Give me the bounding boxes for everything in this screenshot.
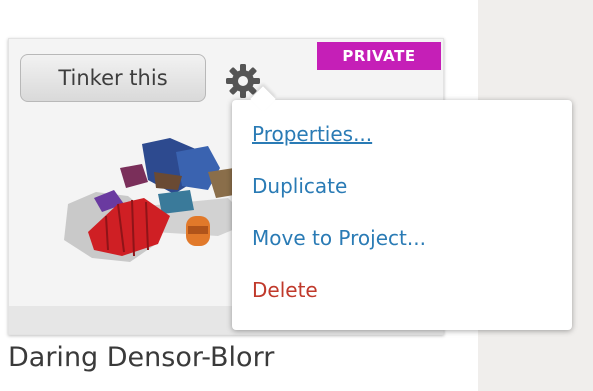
private-badge: PRIVATE <box>317 42 441 70</box>
design-thumbnail[interactable] <box>58 132 258 272</box>
design-context-menu: Properties... Duplicate Move to Project.… <box>232 86 572 330</box>
tinker-this-button[interactable]: Tinker this <box>20 54 206 102</box>
menu-item-duplicate[interactable]: Duplicate <box>252 174 347 198</box>
menu-item-properties[interactable]: Properties... <box>252 122 372 146</box>
menu-item-delete[interactable]: Delete <box>252 278 318 302</box>
design-title[interactable]: Daring Densor-Blorr <box>8 342 274 373</box>
menu-item-move-to-project[interactable]: Move to Project... <box>252 226 426 250</box>
